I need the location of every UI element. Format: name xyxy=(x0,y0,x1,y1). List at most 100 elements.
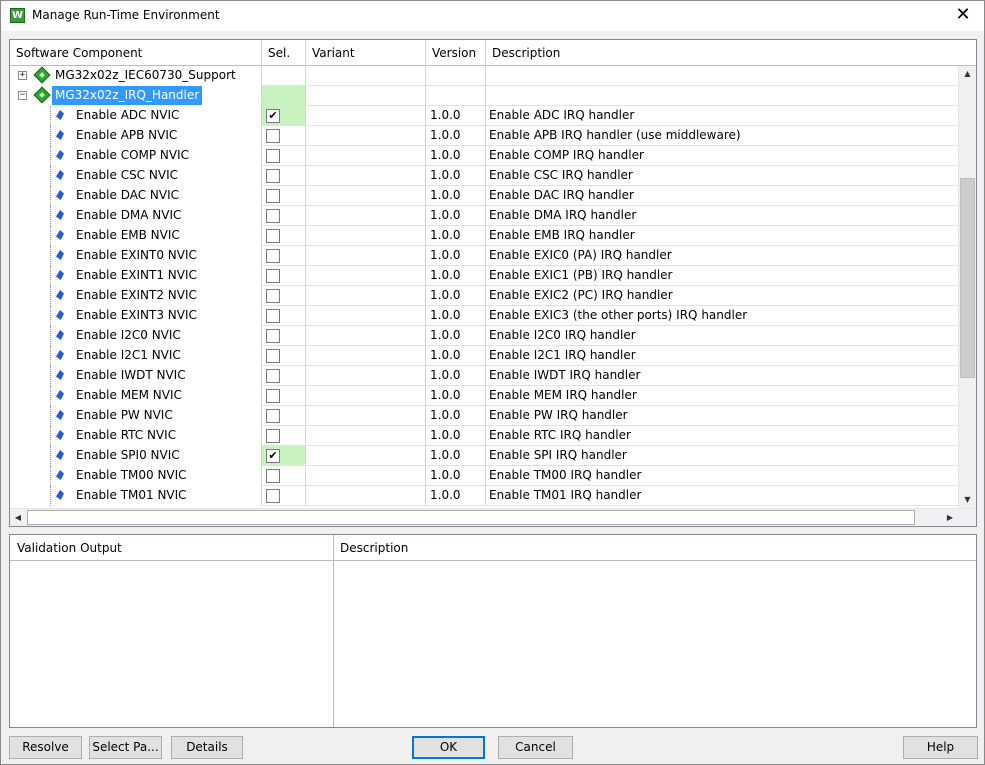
component-row[interactable]: Enable ADC NVIC ✔ 1.0.0 Enable ADC IRQ hand… xyxy=(10,106,958,126)
component-label[interactable]: Enable PW NVIC xyxy=(73,406,176,425)
component-cell[interactable]: Enable EMB NVIC xyxy=(10,226,262,246)
component-label[interactable]: Enable IWDT NVIC xyxy=(73,366,189,385)
scroll-down-icon[interactable]: ▼ xyxy=(959,492,976,508)
sel-cell[interactable]: ✔ xyxy=(262,106,306,126)
component-label[interactable]: Enable EMB NVIC xyxy=(73,226,183,245)
select-checkbox[interactable] xyxy=(266,289,280,303)
component-cell[interactable]: Enable EXINT1 NVIC xyxy=(10,266,262,286)
component-cell[interactable]: Enable DMA NVIC xyxy=(10,206,262,226)
component-cell[interactable]: Enable PW NVIC xyxy=(10,406,262,426)
bundle-row[interactable]: + MG32x02z_IEC60730_Support xyxy=(10,66,958,86)
component-row[interactable]: Enable COMP NVIC 1.0.0 Enable COMP IRQ han… xyxy=(10,146,958,166)
component-label[interactable]: Enable EXINT3 NVIC xyxy=(73,306,200,325)
component-cell[interactable]: Enable APB NVIC xyxy=(10,126,262,146)
help-button[interactable]: Help xyxy=(903,736,978,759)
sel-cell[interactable] xyxy=(262,466,306,486)
scroll-right-icon[interactable]: ▶ xyxy=(942,509,958,526)
select-checkbox[interactable] xyxy=(266,429,280,443)
select-checkbox[interactable] xyxy=(266,189,280,203)
component-cell[interactable]: Enable ADC NVIC xyxy=(10,106,262,126)
component-cell[interactable]: Enable DAC NVIC xyxy=(10,186,262,206)
component-label[interactable]: Enable RTC NVIC xyxy=(73,426,179,445)
select-checkbox[interactable] xyxy=(266,149,280,163)
component-label[interactable]: Enable ADC NVIC xyxy=(73,106,182,125)
select-checkbox[interactable] xyxy=(266,129,280,143)
component-row[interactable]: Enable APB NVIC 1.0.0 Enable APB IRQ handl… xyxy=(10,126,958,146)
component-label[interactable]: MG32x02z_IRQ_Handler xyxy=(52,86,203,105)
component-row[interactable]: Enable DMA NVIC 1.0.0 Enable DMA IRQ handl… xyxy=(10,206,958,226)
component-label[interactable]: Enable TM01 NVIC xyxy=(73,486,190,505)
select-checkbox[interactable] xyxy=(266,309,280,323)
component-label[interactable]: MG32x02z_IEC60730_Support xyxy=(52,66,239,85)
select-checkbox[interactable] xyxy=(266,469,280,483)
component-label[interactable]: Enable I2C1 NVIC xyxy=(73,346,184,365)
component-cell[interactable]: Enable I2C0 NVIC xyxy=(10,326,262,346)
sel-cell[interactable] xyxy=(262,166,306,186)
select-packs-button[interactable]: Select Pa... xyxy=(89,736,162,759)
component-row[interactable]: Enable TM00 NVIC 1.0.0 Enable TM00 IRQ han… xyxy=(10,466,958,486)
component-cell[interactable]: Enable CSC NVIC xyxy=(10,166,262,186)
horizontal-scrollbar-thumb[interactable] xyxy=(27,510,915,525)
select-checkbox[interactable]: ✔ xyxy=(266,449,280,463)
component-row[interactable]: Enable EXINT1 NVIC 1.0.0 Enable EXIC1 (PB)… xyxy=(10,266,958,286)
component-cell[interactable]: Enable MEM NVIC xyxy=(10,386,262,406)
component-row[interactable]: Enable I2C0 NVIC 1.0.0 Enable I2C0 IRQ han… xyxy=(10,326,958,346)
sel-cell[interactable] xyxy=(262,226,306,246)
sel-cell[interactable] xyxy=(262,206,306,226)
select-checkbox[interactable] xyxy=(266,249,280,263)
component-label[interactable]: Enable APB NVIC xyxy=(73,126,180,145)
component-cell[interactable]: Enable TM00 NVIC xyxy=(10,466,262,486)
component-cell[interactable]: + MG32x02z_IEC60730_Support xyxy=(10,66,262,86)
component-row[interactable]: Enable IWDT NVIC 1.0.0 Enable IWDT IRQ han… xyxy=(10,366,958,386)
sel-cell[interactable] xyxy=(262,186,306,206)
component-label[interactable]: Enable EXINT1 NVIC xyxy=(73,266,200,285)
select-checkbox[interactable] xyxy=(266,169,280,183)
select-checkbox[interactable] xyxy=(266,269,280,283)
component-row[interactable]: Enable TM01 NVIC 1.0.0 Enable TM01 IRQ han… xyxy=(10,486,958,506)
sel-cell[interactable] xyxy=(262,386,306,406)
component-row[interactable]: Enable MEM NVIC 1.0.0 Enable MEM IRQ handl… xyxy=(10,386,958,406)
select-checkbox[interactable] xyxy=(266,209,280,223)
component-row[interactable]: Enable EXINT2 NVIC 1.0.0 Enable EXIC2 (PC)… xyxy=(10,286,958,306)
sel-cell[interactable] xyxy=(262,146,306,166)
component-row[interactable]: Enable I2C1 NVIC 1.0.0 Enable I2C1 IRQ han… xyxy=(10,346,958,366)
component-cell[interactable]: − MG32x02z_IRQ_Handler xyxy=(10,86,262,106)
sel-cell[interactable] xyxy=(262,426,306,446)
details-button[interactable]: Details xyxy=(171,736,243,759)
component-cell[interactable]: Enable EXINT0 NVIC xyxy=(10,246,262,266)
component-label[interactable]: Enable EXINT2 NVIC xyxy=(73,286,200,305)
component-cell[interactable]: Enable IWDT NVIC xyxy=(10,366,262,386)
sel-cell[interactable] xyxy=(262,286,306,306)
component-label[interactable]: Enable DMA NVIC xyxy=(73,206,184,225)
sel-cell[interactable] xyxy=(262,486,306,506)
select-checkbox[interactable] xyxy=(266,489,280,503)
scroll-left-icon[interactable]: ◀ xyxy=(10,509,26,526)
column-header-variant[interactable]: Variant xyxy=(306,40,426,66)
bundle-row[interactable]: − MG32x02z_IRQ_Handler xyxy=(10,86,958,106)
resolve-button[interactable]: Resolve xyxy=(9,736,82,759)
column-header-description[interactable]: Description xyxy=(486,40,976,66)
close-icon[interactable]: ✕ xyxy=(952,5,974,27)
component-row[interactable]: Enable EMB NVIC 1.0.0 Enable EMB IRQ handl… xyxy=(10,226,958,246)
component-cell[interactable]: Enable EXINT3 NVIC xyxy=(10,306,262,326)
component-cell[interactable]: Enable I2C1 NVIC xyxy=(10,346,262,366)
sel-cell[interactable] xyxy=(262,306,306,326)
ok-button[interactable]: OK xyxy=(412,736,485,759)
component-row[interactable]: Enable SPI0 NVIC ✔ 1.0.0 Enable SPI IRQ han… xyxy=(10,446,958,466)
component-label[interactable]: Enable EXINT0 NVIC xyxy=(73,246,200,265)
sel-cell[interactable] xyxy=(262,66,306,86)
sel-cell[interactable] xyxy=(262,366,306,386)
select-checkbox[interactable] xyxy=(266,409,280,423)
component-row[interactable]: Enable RTC NVIC 1.0.0 Enable RTC IRQ handl… xyxy=(10,426,958,446)
scroll-up-icon[interactable]: ▲ xyxy=(959,66,976,82)
sel-cell[interactable] xyxy=(262,346,306,366)
scrollbar-thumb[interactable] xyxy=(960,178,975,378)
component-label[interactable]: Enable MEM NVIC xyxy=(73,386,185,405)
column-header-version[interactable]: Version xyxy=(426,40,486,66)
select-checkbox[interactable] xyxy=(266,389,280,403)
component-row[interactable]: Enable PW NVIC 1.0.0 Enable PW IRQ handler xyxy=(10,406,958,426)
component-cell[interactable]: Enable SPI0 NVIC xyxy=(10,446,262,466)
component-row[interactable]: Enable CSC NVIC 1.0.0 Enable CSC IRQ handl… xyxy=(10,166,958,186)
component-cell[interactable]: Enable RTC NVIC xyxy=(10,426,262,446)
component-label[interactable]: Enable SPI0 NVIC xyxy=(73,446,183,465)
